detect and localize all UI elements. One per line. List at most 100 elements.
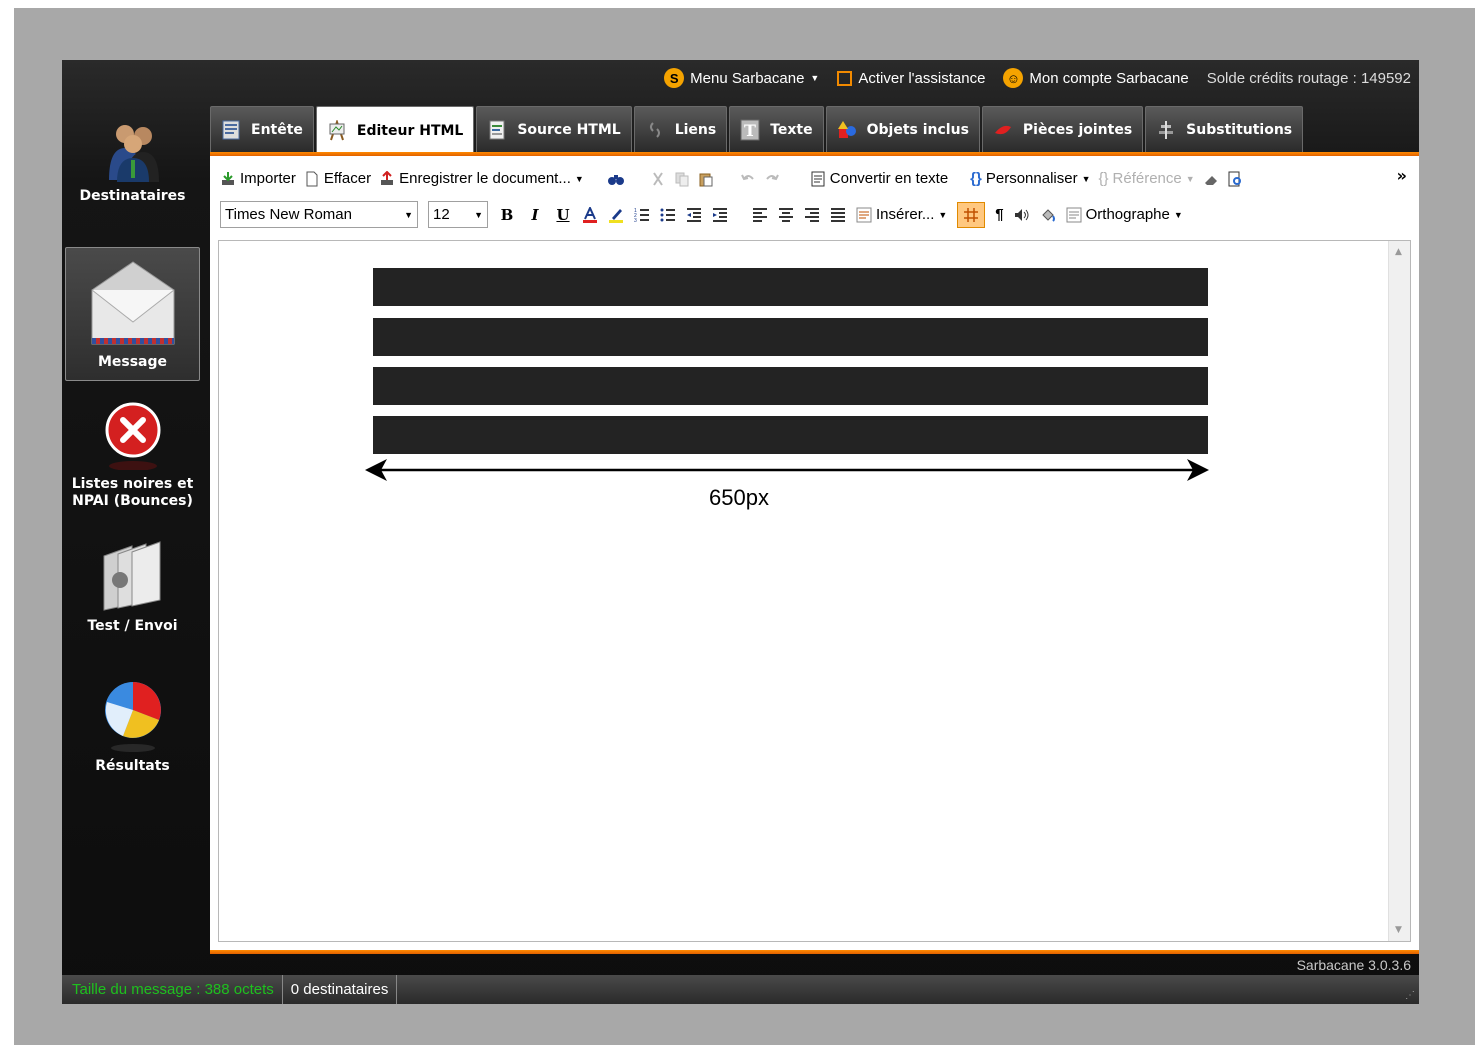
chevron-down-icon: ▼ (574, 173, 584, 184)
tab-label: Substitutions (1186, 121, 1293, 138)
tab-substitutions[interactable]: Substitutions (1145, 106, 1304, 152)
tab-liens[interactable]: Liens (633, 106, 728, 152)
editor-panel: Importer Effacer Enregistrer le document… (210, 156, 1419, 950)
svg-text:T: T (744, 121, 756, 140)
insert-button[interactable]: Insérer... ▼ (856, 206, 947, 223)
align-right-icon[interactable] (804, 207, 820, 223)
status-bar: Taille du message : 388 octets 0 destina… (62, 975, 1419, 1004)
header-doc-icon (222, 120, 240, 139)
bullet-list-icon[interactable] (660, 207, 676, 223)
sidebar-item-message[interactable]: Message (65, 247, 200, 381)
tab-entete[interactable]: Entête (210, 106, 314, 152)
recipients-status: 0 destinataires (283, 975, 398, 1004)
tab-editeur-html[interactable]: Editeur HTML (315, 106, 475, 154)
highlight-icon[interactable] (608, 207, 624, 223)
message-size-status: Taille du message : 388 octets (62, 975, 283, 1004)
braces-icon: {} (970, 170, 982, 187)
align-center-icon[interactable] (778, 207, 794, 223)
save-document-button[interactable]: Enregistrer le document... ▼ (379, 170, 584, 187)
tab-label: Entête (251, 121, 303, 138)
underline-button[interactable]: U (554, 206, 572, 224)
font-family-select[interactable]: Times New Roman ▼ (220, 201, 418, 228)
assist-label: Activer l'assistance (858, 69, 986, 87)
toolbar-primary: Importer Effacer Enregistrer le document… (220, 170, 1243, 187)
cut-icon[interactable] (650, 171, 666, 187)
justify-icon[interactable] (830, 207, 846, 223)
credits-balance: Solde crédits routage : 149592 (1206, 69, 1411, 87)
insert-label: Insérer... (876, 206, 935, 223)
import-button[interactable]: Importer (220, 170, 296, 187)
convert-to-text-button[interactable]: Convertir en texte (810, 170, 948, 187)
vertical-scrollbar[interactable]: ▲ ▼ (1388, 241, 1410, 941)
spellcheck-icon (1066, 207, 1082, 222)
eraser-icon[interactable] (1203, 171, 1219, 187)
text-color-icon[interactable] (582, 206, 598, 223)
shapes-icon (837, 120, 856, 138)
copy-icon[interactable] (674, 171, 690, 187)
pilcrow-button[interactable]: ¶ (995, 206, 1003, 223)
account-link[interactable]: ☺ Mon compte Sarbacane (1003, 68, 1189, 88)
preview-icon[interactable] (1227, 171, 1243, 187)
font-size-value: 12 (433, 206, 450, 223)
menu-sarbacane[interactable]: S Menu Sarbacane ▼ (664, 68, 819, 88)
numbered-list-icon[interactable]: 123 (634, 207, 650, 223)
sidebar-item-resultats[interactable]: Résultats (65, 680, 200, 780)
width-dimension-arrow (365, 459, 1209, 481)
outdent-icon[interactable] (686, 207, 702, 223)
tab-bar: Entête Editeur HTML Source HTML Liens T … (210, 106, 1304, 154)
tab-texte[interactable]: T Texte (729, 106, 824, 152)
sidebar-item-label: Destinataires (79, 188, 186, 204)
link-icon (649, 121, 660, 138)
grid-icon (964, 207, 979, 222)
substitution-icon (1159, 120, 1174, 139)
svg-text:3: 3 (634, 218, 637, 223)
scroll-up-icon[interactable]: ▲ (1395, 247, 1402, 257)
assist-toggle[interactable]: Activer l'assistance (837, 70, 985, 87)
content-block[interactable] (373, 367, 1208, 405)
sidebar-item-destinataires[interactable]: Destinataires (65, 120, 200, 230)
import-icon (222, 171, 234, 185)
clear-button[interactable]: Effacer (304, 170, 371, 187)
tab-pieces-jointes[interactable]: Pièces jointes (981, 106, 1144, 152)
content-block[interactable] (373, 268, 1208, 306)
menu-sarbacane-label: Menu Sarbacane (690, 69, 805, 87)
italic-button[interactable]: I (526, 206, 544, 224)
tab-objets-inclus[interactable]: Objets inclus (825, 106, 980, 152)
tab-label: Texte (770, 121, 813, 138)
toolbar-overflow-button[interactable]: » (1397, 166, 1407, 185)
content-block[interactable] (373, 318, 1208, 356)
binoculars-icon[interactable] (607, 171, 624, 187)
scroll-down-icon[interactable]: ▼ (1395, 925, 1402, 935)
chevron-down-icon: ▼ (1185, 173, 1195, 184)
bold-button[interactable]: B (498, 206, 516, 224)
undo-icon[interactable] (740, 171, 756, 187)
spelling-button[interactable]: Orthographe ▼ (1066, 206, 1183, 223)
import-label: Importer (240, 170, 296, 187)
sidebar-item-test-envoi[interactable]: Test / Envoi (65, 540, 200, 640)
paint-bucket-icon[interactable] (1040, 207, 1056, 223)
align-left-icon[interactable] (752, 207, 768, 223)
pie-chart-icon (104, 682, 161, 752)
sidebar-item-blacklists[interactable]: Listes noires et NPAI (Bounces) (65, 400, 200, 520)
redo-icon[interactable] (764, 171, 780, 187)
font-size-select[interactable]: 12 ▼ (428, 201, 488, 228)
sidebar: Destinataires Message Listes noires et N… (62, 100, 210, 975)
html-editor-canvas[interactable]: 650px ▲ ▼ (218, 240, 1411, 942)
sarbacane-logo-icon: S (664, 68, 685, 88)
assist-checkbox[interactable] (837, 70, 853, 86)
show-grid-toggle[interactable] (957, 201, 986, 228)
sound-icon[interactable] (1014, 207, 1030, 223)
save-icon (381, 170, 394, 185)
tab-label: Objets inclus (866, 121, 969, 138)
account-label: Mon compte Sarbacane (1029, 69, 1189, 87)
sidebar-item-label: Message (97, 354, 168, 370)
resize-grip-icon[interactable]: ⋰ (1405, 990, 1415, 1001)
paste-icon[interactable] (698, 171, 714, 187)
tab-label: Pièces jointes (1022, 121, 1133, 138)
reference-button[interactable]: {} Référence ▼ (1099, 170, 1195, 187)
user-icon: ☺ (1003, 68, 1024, 88)
content-block[interactable] (373, 416, 1208, 454)
tab-source-html[interactable]: Source HTML (476, 106, 632, 152)
personalize-button[interactable]: {} Personnaliser ▼ (970, 170, 1090, 187)
indent-icon[interactable] (712, 207, 728, 223)
